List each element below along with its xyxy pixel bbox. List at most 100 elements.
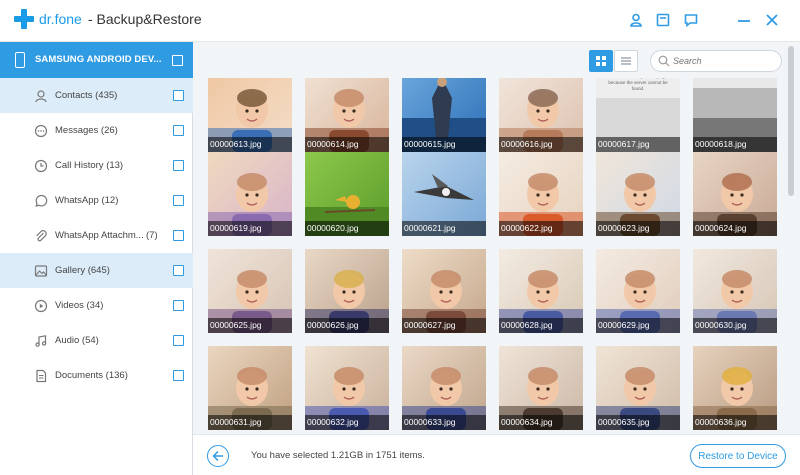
checkbox[interactable] xyxy=(173,335,184,346)
music-icon xyxy=(35,335,47,347)
device-name: SAMSUNG ANDROID DEV... xyxy=(35,54,162,65)
photo-filename: 00000617.jpg xyxy=(596,137,680,152)
checkbox[interactable] xyxy=(173,370,184,381)
clock-icon xyxy=(34,159,48,173)
save-icon[interactable] xyxy=(653,10,673,30)
photo-thumbnail[interactable]: 00000631.jpg xyxy=(208,346,292,430)
user-icon[interactable] xyxy=(626,10,646,30)
photo-thumbnail[interactable]: 00000623.jpg xyxy=(596,152,680,236)
checkbox[interactable] xyxy=(173,265,184,276)
photo-thumbnail[interactable]: 00000634.jpg xyxy=(499,346,583,430)
photo-filename: 00000623.jpg xyxy=(596,221,680,236)
sidebar-item-videos[interactable]: Videos (34) xyxy=(0,288,193,323)
photo-filename: 00000630.jpg xyxy=(693,318,777,333)
sidebar-item-label: Documents (136) xyxy=(55,370,128,381)
app-logo: dr.fone xyxy=(14,9,82,29)
photo-thumbnail[interactable]: 00000614.jpg xyxy=(305,78,389,152)
sidebar-item-audio[interactable]: Audio (54) xyxy=(0,323,193,358)
checkbox[interactable] xyxy=(173,125,184,136)
sidebar-item-count: (7) xyxy=(146,230,158,241)
photo-thumbnail[interactable]: 00000619.jpg xyxy=(208,152,292,236)
photo-filename: 00000634.jpg xyxy=(499,415,583,430)
photo-thumbnail[interactable]: 00000627.jpg xyxy=(402,249,486,333)
photo-filename: 00000618.jpg xyxy=(693,137,777,152)
photo-filename: 00000615.jpg xyxy=(402,137,486,152)
sidebar-item-messages[interactable]: Messages (26) xyxy=(0,113,193,148)
checkbox[interactable] xyxy=(173,300,184,311)
photo-grid: 00000613.jpg 00000614.jpg 00000615.jpg 0… xyxy=(208,78,783,435)
photo-filename: 00000619.jpg xyxy=(208,221,292,236)
photo-filename: 00000635.jpg xyxy=(596,415,680,430)
photo-filename: 00000633.jpg xyxy=(402,415,486,430)
message-icon xyxy=(34,124,48,138)
photo-thumbnail[interactable]: 00000620.jpg xyxy=(305,152,389,236)
photo-thumbnail[interactable]: 00000626.jpg xyxy=(305,249,389,333)
checkbox[interactable] xyxy=(173,230,184,241)
document-icon xyxy=(36,369,47,383)
grid-icon xyxy=(596,56,606,66)
contact-icon xyxy=(35,90,47,103)
grid-view-button[interactable] xyxy=(589,50,613,72)
scroll-thumb[interactable] xyxy=(788,46,794,196)
photo-thumbnail[interactable]: Select subtext open the page because the… xyxy=(596,78,680,152)
device-header[interactable]: SAMSUNG ANDROID DEV... xyxy=(0,42,193,78)
search-box[interactable] xyxy=(650,50,782,72)
whatsapp-icon xyxy=(35,194,48,207)
sidebar-item-label: Messages (26) xyxy=(55,125,118,136)
photo-thumbnail[interactable]: 00000625.jpg xyxy=(208,249,292,333)
photo-thumbnail[interactable]: 00000628.jpg xyxy=(499,249,583,333)
photo-thumbnail[interactable]: 00000629.jpg xyxy=(596,249,680,333)
main-panel: 00000613.jpg 00000614.jpg 00000615.jpg 0… xyxy=(193,42,800,475)
attachment-icon xyxy=(36,230,47,242)
sidebar-item-documents[interactable]: Documents (136) xyxy=(0,358,193,393)
sidebar-item-label: WhatsApp Attachm... xyxy=(55,230,144,241)
photo-thumbnail[interactable]: 00000616.jpg xyxy=(499,78,583,152)
sidebar-item-gallery[interactable]: Gallery (645) xyxy=(0,253,193,288)
sidebar-item-call-history[interactable]: Call History (13) xyxy=(0,148,193,183)
app-title: - Backup&Restore xyxy=(88,11,202,27)
checkbox[interactable] xyxy=(173,195,184,206)
sidebar-item-label: WhatsApp (12) xyxy=(55,195,119,206)
photo-thumbnail[interactable]: 00000633.jpg xyxy=(402,346,486,430)
photo-thumbnail[interactable]: 00000636.jpg xyxy=(693,346,777,430)
list-view-button[interactable] xyxy=(614,50,638,72)
feedback-icon[interactable] xyxy=(681,10,701,30)
photo-thumbnail[interactable]: 00000613.jpg xyxy=(208,78,292,152)
photo-thumbnail[interactable]: 00000635.jpg xyxy=(596,346,680,430)
checkbox[interactable] xyxy=(173,160,184,171)
photo-filename: 00000628.jpg xyxy=(499,318,583,333)
photo-thumbnail[interactable]: 00000622.jpg xyxy=(499,152,583,236)
sidebar-item-whatsapp-attachments[interactable]: WhatsApp Attachm... (7) xyxy=(0,218,193,253)
logo-text: dr.fone xyxy=(39,11,82,27)
photo-embedded-text: Select subtext open the page because the… xyxy=(608,78,668,91)
photo-filename: 00000629.jpg xyxy=(596,318,680,333)
photo-filename: 00000625.jpg xyxy=(208,318,292,333)
list-icon xyxy=(621,57,631,65)
minimize-icon[interactable] xyxy=(734,10,754,30)
toolbar xyxy=(193,42,800,78)
sidebar-item-whatsapp[interactable]: WhatsApp (12) xyxy=(0,183,193,218)
sidebar: SAMSUNG ANDROID DEV... Contacts (435) Me… xyxy=(0,42,193,475)
photo-thumbnail[interactable]: 00000621.jpg xyxy=(402,152,486,236)
sidebar-item-label: Call History (13) xyxy=(55,160,124,171)
photo-thumbnail[interactable]: 00000618.jpg xyxy=(693,78,777,152)
checkbox[interactable] xyxy=(173,90,184,101)
selection-status: You have selected 1.21GB in 1751 items. xyxy=(251,450,425,461)
back-button[interactable] xyxy=(207,445,229,467)
photo-thumbnail[interactable]: 00000615.jpg xyxy=(402,78,486,152)
photo-thumbnail[interactable]: 00000630.jpg xyxy=(693,249,777,333)
close-icon[interactable] xyxy=(762,10,782,30)
photo-filename: 00000616.jpg xyxy=(499,137,583,152)
photo-filename: 00000621.jpg xyxy=(402,221,486,236)
photo-filename: 00000632.jpg xyxy=(305,415,389,430)
restore-to-device-button[interactable]: Restore to Device xyxy=(690,444,786,468)
photo-thumbnail[interactable]: 00000632.jpg xyxy=(305,346,389,430)
photo-thumbnail[interactable]: 00000624.jpg xyxy=(693,152,777,236)
sidebar-item-contacts[interactable]: Contacts (435) xyxy=(0,78,193,113)
select-all-checkbox[interactable] xyxy=(172,55,183,66)
photo-filename: 00000622.jpg xyxy=(499,221,583,236)
search-input[interactable] xyxy=(673,56,773,66)
scrollbar[interactable] xyxy=(786,42,796,434)
image-icon xyxy=(34,265,48,277)
photo-filename: 00000620.jpg xyxy=(305,221,389,236)
